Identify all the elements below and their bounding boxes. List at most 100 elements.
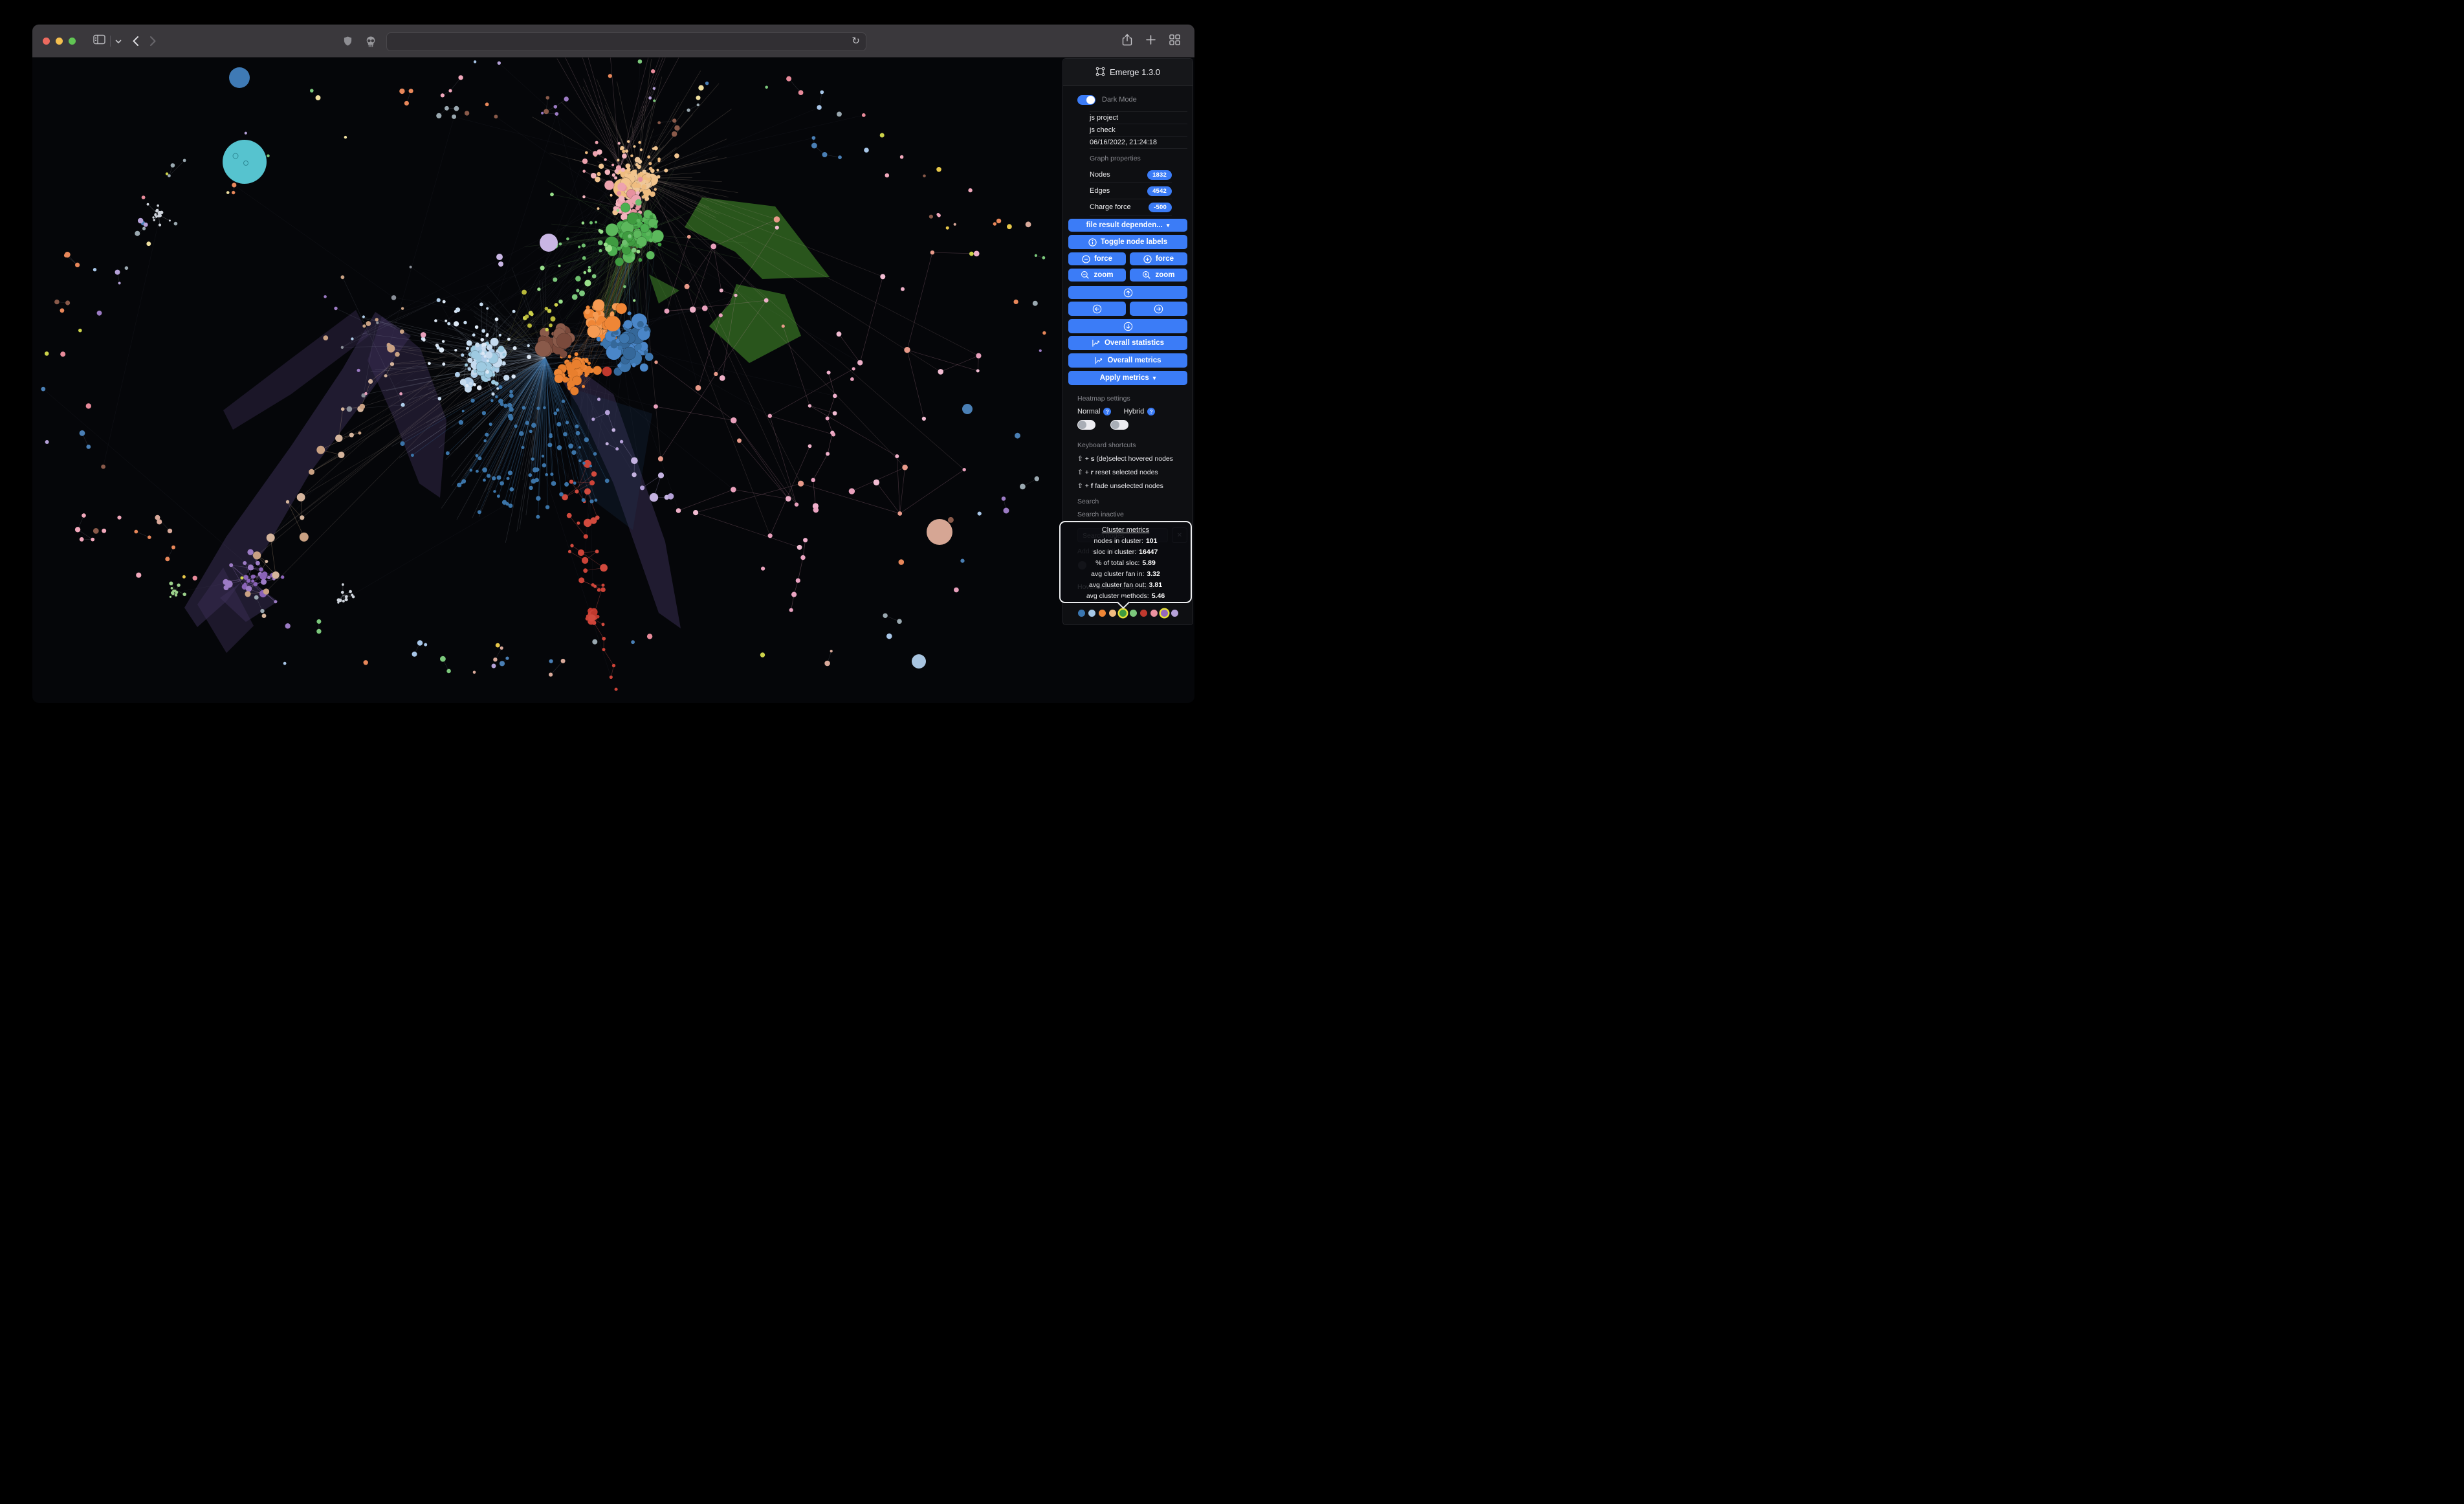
graph-node[interactable]: [632, 248, 636, 252]
graph-node[interactable]: [243, 575, 248, 580]
decrease-force-button[interactable]: force: [1068, 252, 1126, 265]
graph-node[interactable]: [349, 433, 354, 437]
graph-node[interactable]: [912, 654, 926, 669]
graph-node[interactable]: [615, 447, 619, 450]
graph-node[interactable]: [483, 439, 487, 443]
graph-node[interactable]: [556, 422, 561, 426]
graph-node[interactable]: [500, 647, 503, 650]
graph-node[interactable]: [761, 567, 765, 571]
graph-node[interactable]: [60, 351, 65, 357]
graph-node[interactable]: [535, 340, 551, 357]
graph-node[interactable]: [470, 399, 474, 403]
legend-dot[interactable]: [1099, 610, 1106, 617]
graph-node[interactable]: [696, 96, 701, 100]
new-tab-button[interactable]: [1146, 35, 1156, 48]
graph-node[interactable]: [440, 656, 446, 662]
graph-node[interactable]: [623, 347, 636, 360]
graph-node[interactable]: [445, 320, 447, 322]
graph-node[interactable]: [254, 582, 258, 586]
graph-node[interactable]: [409, 89, 413, 93]
graph-node[interactable]: [822, 152, 828, 157]
graph-node[interactable]: [650, 192, 655, 197]
graph-node[interactable]: [1035, 476, 1039, 481]
graph-node[interactable]: [627, 140, 630, 143]
graph-node[interactable]: [252, 575, 256, 578]
graph-node[interactable]: [529, 311, 533, 315]
graph-node[interactable]: [341, 275, 345, 279]
graph-node[interactable]: [463, 321, 467, 324]
graph-node[interactable]: [605, 479, 610, 483]
graph-node[interactable]: [632, 363, 635, 367]
graph-node[interactable]: [260, 609, 264, 613]
graph-node[interactable]: [657, 121, 661, 124]
graph-node[interactable]: [561, 659, 566, 663]
graph-node[interactable]: [954, 223, 956, 226]
graph-node[interactable]: [649, 238, 653, 242]
graph-node[interactable]: [166, 172, 168, 175]
graph-node[interactable]: [604, 158, 606, 160]
heatmap-normal-toggle[interactable]: [1077, 420, 1095, 430]
graph-node[interactable]: [904, 347, 910, 353]
graph-node[interactable]: [443, 300, 446, 304]
graph-node[interactable]: [80, 430, 85, 436]
graph-node[interactable]: [364, 660, 368, 665]
dependency-graph[interactable]: [32, 58, 1194, 703]
graph-node[interactable]: [525, 421, 529, 425]
graph-node[interactable]: [628, 171, 631, 173]
graph-node[interactable]: [641, 188, 644, 192]
close-window-button[interactable]: [43, 38, 50, 45]
graph-node[interactable]: [624, 173, 628, 177]
graph-node[interactable]: [351, 593, 353, 596]
graph-node[interactable]: [543, 406, 545, 409]
graph-node[interactable]: [578, 246, 580, 249]
graph-node[interactable]: [540, 266, 545, 271]
graph-node[interactable]: [645, 180, 649, 184]
graph-node[interactable]: [558, 265, 561, 267]
graph-node[interactable]: [638, 177, 643, 182]
graph-node[interactable]: [498, 61, 501, 65]
graph-node[interactable]: [880, 133, 885, 138]
graph-node[interactable]: [797, 545, 802, 550]
graph-node[interactable]: [553, 412, 557, 415]
graph-node[interactable]: [507, 338, 511, 341]
graph-node[interactable]: [596, 615, 600, 619]
graph-node[interactable]: [791, 592, 797, 597]
graph-node[interactable]: [584, 437, 589, 442]
graph-node[interactable]: [461, 479, 466, 483]
graph-node[interactable]: [509, 407, 514, 412]
graph-node[interactable]: [562, 377, 568, 382]
graph-node[interactable]: [600, 588, 605, 592]
graph-node[interactable]: [549, 435, 553, 439]
graph-node[interactable]: [605, 410, 610, 415]
graph-node[interactable]: [170, 596, 171, 598]
graph-node[interactable]: [545, 473, 548, 476]
graph-node[interactable]: [852, 367, 855, 370]
graph-node[interactable]: [341, 407, 345, 411]
graph-node[interactable]: [475, 326, 479, 329]
graph-node[interactable]: [768, 414, 772, 418]
graph-node[interactable]: [226, 191, 230, 194]
graph-node[interactable]: [82, 513, 86, 518]
graph-node[interactable]: [135, 231, 140, 236]
graph-node[interactable]: [657, 243, 661, 247]
graph-node[interactable]: [962, 404, 973, 414]
graph-node[interactable]: [690, 307, 696, 313]
graph-node[interactable]: [604, 181, 614, 190]
graph-node[interactable]: [569, 480, 573, 483]
graph-node[interactable]: [612, 664, 615, 667]
graph-node[interactable]: [496, 254, 503, 260]
cluster-hull[interactable]: [709, 284, 801, 363]
graph-node[interactable]: [494, 115, 498, 118]
graph-node[interactable]: [115, 270, 120, 275]
graph-node[interactable]: [525, 315, 529, 318]
graph-node[interactable]: [584, 519, 592, 527]
graph-node[interactable]: [938, 214, 941, 217]
graph-node[interactable]: [232, 182, 236, 187]
graph-node[interactable]: [423, 338, 426, 342]
graph-node[interactable]: [638, 60, 643, 64]
graph-node[interactable]: [611, 428, 615, 432]
graph-node[interactable]: [455, 372, 460, 377]
graph-node[interactable]: [585, 151, 588, 155]
graph-node[interactable]: [628, 311, 632, 315]
graph-node[interactable]: [665, 309, 670, 314]
